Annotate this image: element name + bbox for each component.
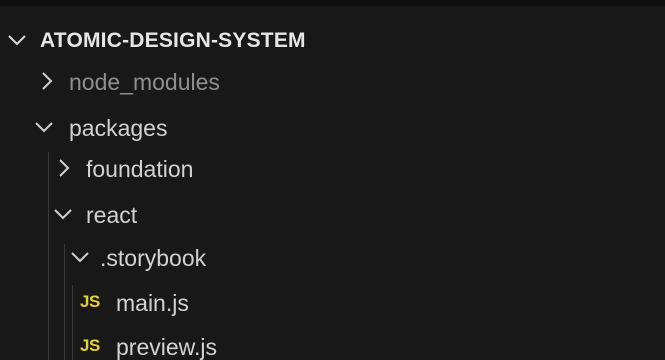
tree-item-main-js[interactable]: JS main.js (0, 279, 665, 325)
chevron-down-icon (71, 252, 89, 263)
tree-item-packages[interactable]: packages (0, 104, 665, 150)
tree-item-react[interactable]: react (0, 191, 665, 237)
tree-item-label: .storybook (100, 245, 207, 271)
chevron-down-icon (8, 35, 26, 46)
top-divider (0, 0, 665, 6)
tree-item-label: node_modules (69, 69, 220, 95)
tree-item-label: preview.js (116, 334, 217, 360)
tree-item-label: packages (69, 115, 168, 141)
chevron-down-icon (35, 122, 53, 133)
file-explorer: ATOMIC-DESIGN-SYSTEM node_modules packag… (0, 0, 665, 360)
tree-item-label: main.js (116, 290, 189, 316)
section-header-atomic-design-system[interactable]: ATOMIC-DESIGN-SYSTEM (0, 17, 665, 63)
tree-item-foundation[interactable]: foundation (0, 145, 665, 191)
tree-item-storybook[interactable]: .storybook (0, 234, 665, 280)
chevron-down-icon (54, 209, 72, 220)
section-title: ATOMIC-DESIGN-SYSTEM (40, 29, 306, 52)
chevron-right-icon (59, 159, 70, 177)
javascript-file-icon: JS (80, 292, 100, 311)
javascript-file-icon: JS (80, 336, 100, 355)
tree-item-node-modules[interactable]: node_modules (0, 58, 665, 104)
chevron-right-icon (42, 72, 53, 90)
tree-item-preview-js[interactable]: JS preview.js (0, 323, 665, 360)
tree-item-label: react (86, 202, 138, 228)
tree-item-label: foundation (86, 156, 194, 182)
